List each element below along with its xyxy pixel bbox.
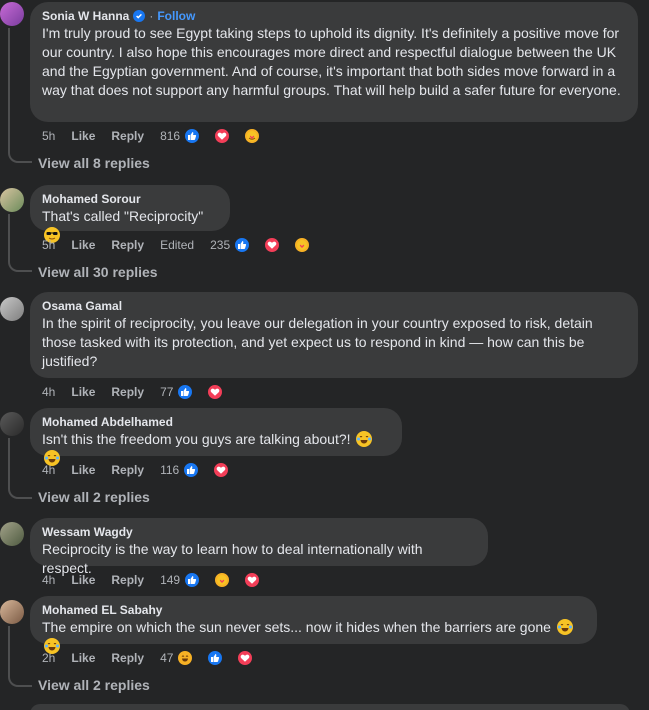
love-icon [212, 461, 231, 479]
reply-button[interactable]: Reply [111, 128, 144, 144]
comment-author[interactable]: Mohamed EL Sabahy [42, 602, 585, 618]
thread-connector [8, 438, 32, 499]
care-icon [243, 127, 262, 145]
reaction-count[interactable]: 816 [160, 128, 180, 144]
haha-icon [176, 649, 195, 667]
reaction-count[interactable]: 116 [160, 462, 179, 478]
view-replies-link[interactable]: View all 2 replies [38, 676, 150, 694]
reply-button[interactable]: Reply [111, 572, 144, 588]
like-button[interactable]: Like [71, 128, 95, 144]
reaction-stack[interactable] [182, 461, 246, 479]
comment-actions: 4h Like Reply 116 [42, 461, 246, 479]
care-icon [213, 571, 232, 589]
like-icon [233, 236, 252, 254]
reaction-stack[interactable] [176, 649, 270, 667]
comment-author[interactable]: Mohamed Abdelhamed [42, 414, 390, 430]
like-button[interactable]: Like [71, 462, 95, 478]
reaction-count[interactable]: 47 [160, 650, 173, 666]
avatar[interactable] [0, 188, 24, 212]
like-icon [183, 127, 202, 145]
comment-author[interactable]: Sonia W Hanna [42, 8, 129, 24]
reply-button[interactable]: Reply [111, 650, 144, 666]
comment-time[interactable]: 5h [42, 237, 55, 253]
reaction-stack[interactable] [176, 383, 240, 401]
avatar[interactable] [0, 2, 24, 26]
comment-time[interactable]: 2h [42, 650, 55, 666]
reply-button[interactable]: Reply [111, 384, 144, 400]
comment-author[interactable]: Wessam Wagdy [42, 524, 476, 540]
verified-badge-icon [133, 10, 146, 22]
comment-author[interactable]: Osama Gamal [42, 298, 626, 314]
comment-time[interactable]: 4h [42, 462, 55, 478]
love-icon [236, 649, 255, 667]
reaction-stack[interactable] [183, 127, 277, 145]
like-icon [176, 383, 195, 401]
like-button[interactable]: Like [71, 572, 95, 588]
like-icon [183, 571, 202, 589]
like-button[interactable]: Like [71, 384, 95, 400]
reply-button[interactable]: Reply [111, 237, 144, 253]
comment-time[interactable]: 4h [42, 572, 55, 588]
care-icon [293, 236, 312, 254]
thread-connector [8, 28, 32, 163]
comment-actions: 5h Like Reply 816 [42, 127, 277, 145]
follow-button[interactable]: Follow [157, 8, 195, 24]
reaction-stack[interactable] [233, 236, 327, 254]
reaction-count[interactable]: 77 [160, 384, 173, 400]
thread-connector [8, 214, 32, 272]
tears-of-joy-emoji-icon [556, 619, 573, 635]
love-icon [243, 571, 262, 589]
view-replies-link[interactable]: View all 2 replies [38, 488, 150, 506]
tears-of-joy-emoji-icon [356, 431, 373, 447]
view-replies-link[interactable]: View all 30 replies [38, 263, 158, 281]
comment-bubble: Mohamed EL Sabahy The empire on which th… [30, 596, 597, 654]
avatar[interactable] [0, 522, 24, 546]
comment-bubble: Osama Gamal In the spirit of reciprocity… [30, 292, 638, 378]
like-icon [182, 461, 201, 479]
comment-text: In the spirit of reciprocity, you leave … [42, 315, 593, 369]
comment-text: I'm truly proud to see Egypt taking step… [42, 25, 621, 98]
comment-author[interactable]: Mohamed Sorour [42, 191, 218, 207]
comment-actions: 4h Like Reply 77 [42, 383, 240, 401]
like-button[interactable]: Like [71, 237, 95, 253]
reaction-stack[interactable] [183, 571, 277, 589]
edited-label: Edited [160, 238, 195, 252]
comment-actions: 5h Like Reply Edited 235 [42, 236, 327, 254]
comment-actions: 2h Like Reply 47 [42, 649, 270, 667]
reaction-count[interactable]: 235 [210, 237, 230, 253]
reply-button[interactable]: Reply [111, 462, 144, 478]
avatar[interactable] [0, 297, 24, 321]
love-icon [206, 383, 225, 401]
avatar[interactable] [0, 412, 24, 436]
comment-actions: 4h Like Reply 149 [42, 571, 277, 589]
comment-bubble: Mohamed Sorour That's called "Reciprocit… [30, 185, 230, 243]
comment-bubble: Wessam Wagdy Reciprocity is the way to l… [30, 518, 488, 576]
reaction-count[interactable]: 149 [160, 572, 180, 588]
comment-bubble: Sonia W Hanna · Follow I'm truly proud t… [30, 2, 638, 122]
love-icon [263, 236, 282, 254]
comment-time[interactable]: 4h [42, 384, 55, 400]
avatar[interactable] [0, 600, 24, 624]
like-button[interactable]: Like [71, 650, 95, 666]
thread-connector [8, 626, 32, 687]
comment-time[interactable]: 5h [42, 128, 55, 144]
love-icon [213, 127, 232, 145]
next-comment-bubble [30, 704, 630, 710]
separator-dot: · [149, 9, 154, 23]
like-icon [206, 649, 225, 667]
comment-bubble: Mohamed Abdelhamed Isn't this the freedo… [30, 408, 402, 466]
view-replies-link[interactable]: View all 8 replies [38, 154, 150, 172]
